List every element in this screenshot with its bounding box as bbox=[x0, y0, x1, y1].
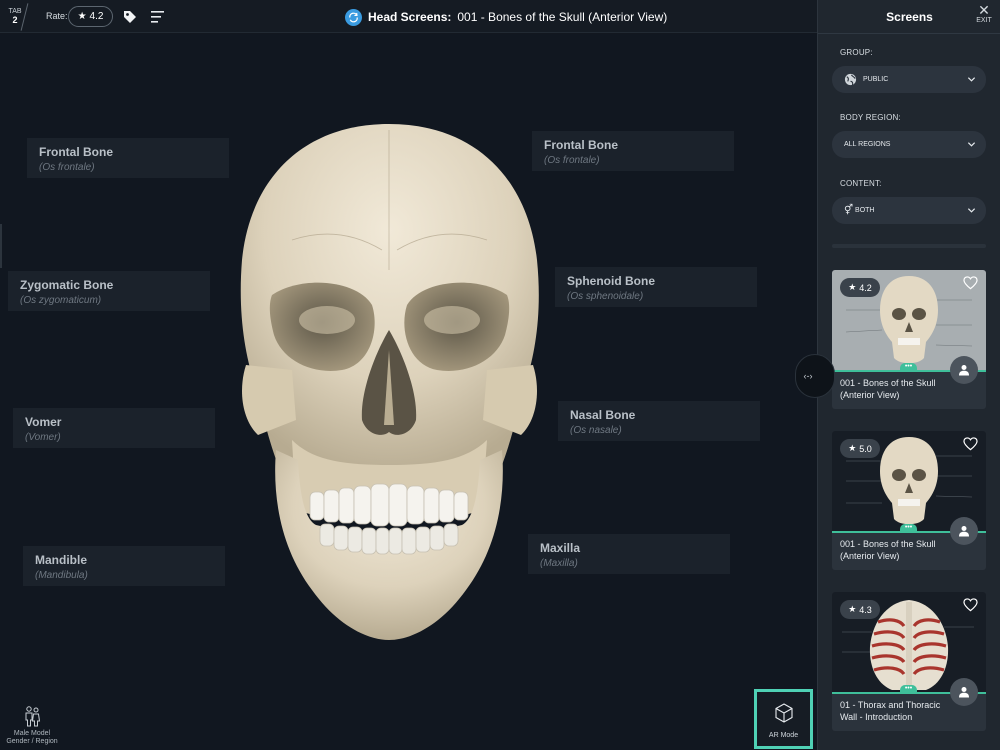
label-vomer[interactable]: Vomer (Vomer) bbox=[13, 408, 215, 448]
user-icon bbox=[959, 365, 969, 376]
model-name: Male Model bbox=[13, 730, 51, 737]
model-sub: Gender / Region bbox=[6, 738, 58, 745]
chevron-down-icon bbox=[967, 142, 976, 147]
exit-label: EXIT bbox=[976, 17, 992, 24]
star-icon: ★ bbox=[77, 11, 87, 22]
tag-icon[interactable] bbox=[122, 9, 138, 25]
label-latin: (Os frontale) bbox=[39, 162, 95, 173]
card-caption: 001 - Bones of the Skull (Anterior View) bbox=[840, 378, 936, 400]
label-latin: (Mandibula) bbox=[35, 570, 88, 581]
body-region-label: BODY REGION: bbox=[840, 113, 901, 122]
label-zygomatic-bone[interactable]: Zygomatic Bone (Os zygomaticum) bbox=[8, 271, 210, 311]
content-value: BOTH bbox=[855, 207, 875, 214]
heart-icon[interactable] bbox=[963, 437, 978, 451]
content-select[interactable]: ⚥ BOTH bbox=[832, 197, 986, 224]
label-frontal-bone-left[interactable]: Frontal Bone (Os frontale) bbox=[27, 138, 229, 178]
card-author-button[interactable] bbox=[950, 356, 978, 384]
label-nasal-bone[interactable]: Nasal Bone (Os nasale) bbox=[558, 401, 760, 441]
label-latin: (Os frontale) bbox=[544, 155, 600, 166]
screen-card[interactable]: ••• ★ 4.3 01 - Thorax and Thoracic Wall … bbox=[832, 592, 986, 731]
chevron-down-icon bbox=[967, 77, 976, 82]
label-mandible[interactable]: Mandible (Mandibula) bbox=[23, 546, 225, 586]
group-label: GROUP: bbox=[840, 48, 873, 57]
card-author-button[interactable] bbox=[950, 678, 978, 706]
card-caption: 01 - Thorax and Thoracic Wall - Introduc… bbox=[840, 700, 941, 722]
tab-number: 2 bbox=[12, 15, 18, 25]
ar-cube-icon bbox=[774, 703, 793, 723]
left-edge-handle[interactable] bbox=[0, 224, 2, 268]
collapse-icon: ‹-› bbox=[803, 371, 813, 381]
rate-value: 4.2 bbox=[89, 11, 104, 22]
sync-icon[interactable] bbox=[345, 8, 362, 26]
label-name: Mandible bbox=[35, 553, 88, 567]
label-latin: (Os sphenoidale) bbox=[567, 291, 644, 302]
screens-panel: Screens ✕ EXIT GROUP: PUBLIC BODY REGION… bbox=[817, 0, 1000, 750]
close-icon: ✕ bbox=[978, 2, 990, 18]
chevron-down-icon bbox=[967, 208, 976, 213]
tab-label: TAB bbox=[8, 8, 22, 15]
screen-title: Head Screens: 001 - Bones of the Skull (… bbox=[345, 7, 667, 27]
ar-mode-label: AR Mode bbox=[768, 732, 799, 739]
heart-icon[interactable] bbox=[963, 276, 978, 290]
label-name: Nasal Bone bbox=[570, 408, 636, 422]
skull-model[interactable] bbox=[232, 120, 547, 656]
label-name: Zygomatic Bone bbox=[20, 278, 114, 292]
group-select[interactable]: PUBLIC bbox=[832, 66, 986, 93]
screen-card[interactable]: ••• ★ 4.2 001 - Bones of the Skull (Ante… bbox=[832, 270, 986, 409]
label-name: Sphenoid Bone bbox=[567, 274, 655, 288]
card-rating-value: 4.2 bbox=[859, 282, 872, 293]
model-viewport[interactable]: Frontal Bone (Os frontale) Frontal Bone … bbox=[0, 34, 817, 750]
card-rating: ★ 4.3 bbox=[840, 600, 880, 619]
label-sphenoid-bone[interactable]: Sphenoid Bone (Os sphenoidale) bbox=[555, 267, 757, 307]
panel-header-divider bbox=[818, 33, 1000, 34]
screen-title-group: Head Screens: bbox=[368, 10, 452, 24]
label-latin: (Os nasale) bbox=[570, 425, 622, 436]
user-icon bbox=[959, 687, 969, 698]
rate-label: Rate: bbox=[46, 11, 68, 21]
card-rating-value: 5.0 bbox=[859, 443, 872, 454]
card-more-button[interactable]: ••• bbox=[900, 685, 917, 694]
star-icon: ★ bbox=[848, 443, 857, 453]
user-icon bbox=[959, 526, 969, 537]
content-label: CONTENT: bbox=[840, 179, 882, 188]
rate-button[interactable]: ★ 4.2 bbox=[68, 6, 113, 27]
body-region-select[interactable]: ALL REGIONS bbox=[832, 131, 986, 158]
star-icon: ★ bbox=[848, 282, 857, 292]
globe-icon bbox=[844, 73, 857, 86]
card-rating-value: 4.3 bbox=[859, 604, 872, 615]
card-caption: 001 - Bones of the Skull (Anterior View) bbox=[840, 539, 936, 561]
label-frontal-bone-right[interactable]: Frontal Bone (Os frontale) bbox=[532, 131, 734, 171]
label-name: Frontal Bone bbox=[544, 138, 618, 152]
label-latin: (Maxilla) bbox=[540, 558, 578, 569]
person-figure-icon bbox=[25, 706, 41, 727]
card-more-button[interactable]: ••• bbox=[900, 524, 917, 533]
panel-title: Screens bbox=[886, 10, 933, 24]
label-latin: (Vomer) bbox=[25, 432, 61, 443]
label-latin: (Os zygomaticum) bbox=[20, 295, 102, 306]
screen-card[interactable]: ••• ★ 5.0 001 - Bones of the Skull (Ante… bbox=[832, 431, 986, 570]
ar-mode-button[interactable]: AR Mode bbox=[754, 689, 813, 749]
star-icon: ★ bbox=[848, 604, 857, 614]
gender-icon: ⚥ bbox=[844, 205, 854, 216]
label-name: Frontal Bone bbox=[39, 145, 113, 159]
exit-button[interactable]: ✕ EXIT bbox=[974, 2, 994, 25]
card-rating: ★ 4.2 bbox=[840, 278, 880, 297]
menu-icon[interactable] bbox=[150, 10, 166, 24]
filter-divider bbox=[832, 244, 986, 248]
card-more-button[interactable]: ••• bbox=[900, 363, 917, 372]
screen-title-name: 001 - Bones of the Skull (Anterior View) bbox=[457, 10, 668, 24]
body-region-value: ALL REGIONS bbox=[844, 141, 891, 148]
card-author-button[interactable] bbox=[950, 517, 978, 545]
label-name: Maxilla bbox=[540, 541, 581, 555]
model-gender-region-button[interactable]: Male Model Gender / Region bbox=[0, 702, 64, 750]
label-name: Vomer bbox=[25, 415, 62, 429]
top-bar: TAB 2 Rate: ★ 4.2 Head Screens: 001 - Bo… bbox=[0, 0, 817, 33]
heart-icon[interactable] bbox=[963, 598, 978, 612]
card-rating: ★ 5.0 bbox=[840, 439, 880, 458]
panel-collapse-button[interactable]: ‹-› bbox=[795, 354, 835, 398]
tab-switcher[interactable]: TAB 2 bbox=[0, 0, 30, 33]
group-value: PUBLIC bbox=[863, 76, 889, 83]
label-maxilla[interactable]: Maxilla (Maxilla) bbox=[528, 534, 730, 574]
